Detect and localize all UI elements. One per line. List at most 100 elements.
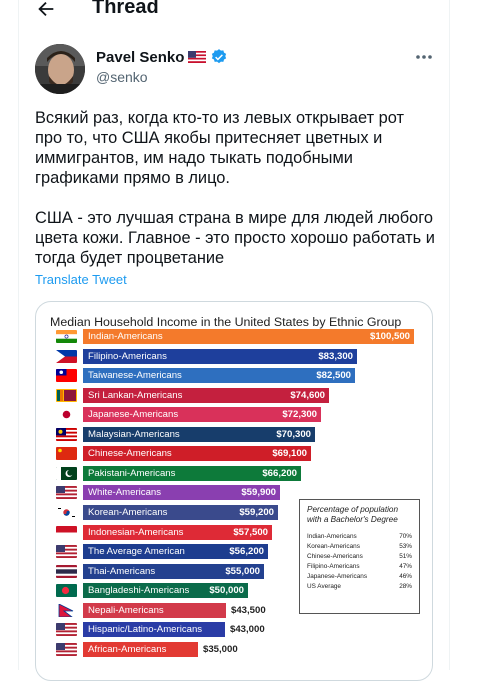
- flag-icon: [56, 564, 77, 578]
- flag-icon: [56, 623, 77, 637]
- bar-value-label: $56,200: [229, 546, 264, 558]
- bar-value-label: $55,000: [225, 565, 260, 577]
- legend-value: 51%: [399, 553, 412, 560]
- chart-row: Pakistani-Americans $66,200: [36, 464, 432, 484]
- translate-tweet-link[interactable]: Translate Tweet: [35, 272, 127, 287]
- bar-category-label: White-Americans: [88, 487, 162, 499]
- chart-row: Hispanic/Latino-Americans $43,000: [36, 620, 432, 640]
- author-name-text: Pavel Senko: [96, 48, 185, 66]
- bar-value-label: $59,200: [239, 506, 274, 518]
- bar-category-label: The Average American: [88, 546, 185, 558]
- bar-value-label: $83,300: [318, 350, 353, 362]
- legend-row: Indian-Americans 70%: [307, 533, 412, 540]
- chart-row: Indian-Americans $100,500: [36, 327, 432, 347]
- bar-category-label: Korean-Americans: [88, 506, 168, 518]
- legend-title: Percentage of population with a Bachelor…: [307, 505, 399, 524]
- bar-category-label: Nepali-Americans: [88, 604, 164, 616]
- bar-value-label: $43,000: [230, 624, 265, 636]
- page-title: Thread: [92, 0, 159, 18]
- legend-label: Filipino-Americans: [307, 563, 360, 570]
- bar-category-label: Sri Lankan-Americans: [88, 389, 183, 401]
- bar-value-label: $72,300: [282, 409, 317, 421]
- legend-row: Japanese-Americans 46%: [307, 573, 412, 580]
- bar-value-label: $35,000: [203, 643, 238, 655]
- verified-badge-icon[interactable]: [210, 48, 228, 66]
- flag-icon: [56, 349, 77, 363]
- bar-value-label: $70,300: [276, 428, 311, 440]
- bar-category-label: Pakistani-Americans: [88, 467, 176, 479]
- thread-column: Thread Pavel Senko @senko Всякий раз, ко…: [18, 0, 451, 681]
- chart-bar: The Average American $56,200: [83, 544, 268, 560]
- flag-icon: [56, 408, 77, 422]
- legend-label: Korean-Americans: [307, 543, 360, 550]
- chart-bar: African-Americans: [83, 641, 198, 657]
- legend-label: Japanese-Americans: [307, 573, 368, 580]
- legend-label: Chinese-Americans: [307, 553, 363, 560]
- avatar[interactable]: [35, 44, 85, 94]
- legend-value: 47%: [399, 563, 412, 570]
- chart-bar: Japanese-Americans $72,300: [83, 407, 321, 423]
- chart-bar: White-Americans $59,900: [83, 485, 280, 501]
- flag-icon: [56, 466, 77, 480]
- flag-icon: [56, 447, 77, 461]
- flag-icon: [56, 642, 77, 656]
- flag-icon: [56, 603, 77, 617]
- bar-category-label: Indonesian-Americans: [88, 526, 184, 538]
- tweet-paragraph-2: США - это лучшая страна в мире для людей…: [35, 209, 435, 267]
- flag-icon: [56, 369, 77, 383]
- flag-icon: [56, 505, 77, 519]
- chart-legend: Percentage of population with a Bachelor…: [299, 499, 420, 614]
- avatar-image: [35, 44, 85, 94]
- legend-row: Chinese-Americans 51%: [307, 553, 412, 560]
- bar-value-label: $82,500: [316, 370, 351, 382]
- bar-value-label: $66,200: [262, 467, 297, 479]
- legend-row: Korean-Americans 53%: [307, 543, 412, 550]
- more-options-icon[interactable]: [415, 52, 433, 62]
- tweet-image-chart[interactable]: Median Household Income in the United St…: [35, 301, 433, 681]
- bar-value-label: $100,500: [369, 331, 410, 342]
- chart-bar: Bangladeshi-Americans $50,000: [83, 583, 248, 599]
- back-arrow-icon[interactable]: [35, 0, 57, 20]
- chart-row: Japanese-Americans $72,300: [36, 405, 432, 425]
- flag-icon: [56, 525, 77, 539]
- legend-label: US Average: [307, 583, 341, 590]
- chart-bar: Chinese-Americans $69,100: [83, 446, 311, 462]
- bar-value-label: $43,500: [231, 604, 266, 616]
- tweet-text: Всякий раз, когда кто-то из левых открыв…: [35, 108, 435, 268]
- author-name[interactable]: Pavel Senko: [96, 48, 228, 66]
- bar-value-label: $74,600: [290, 389, 325, 401]
- chart-bar: Malaysian-Americans $70,300: [83, 426, 315, 442]
- bar-category-label: Indian-Americans: [88, 331, 163, 342]
- thread-header: Thread: [19, 0, 451, 28]
- chart-bar: Pakistani-Americans $66,200: [83, 465, 301, 481]
- author-handle[interactable]: @senko: [96, 69, 148, 85]
- flag-icon: [56, 584, 77, 598]
- legend-row: Filipino-Americans 47%: [307, 563, 412, 570]
- chart-row: African-Americans $35,000: [36, 640, 432, 660]
- chart-bar: Korean-Americans $59,200: [83, 504, 278, 520]
- chart-row: Filipino-Americans $83,300: [36, 347, 432, 367]
- chart-bar: Filipino-Americans $83,300: [83, 348, 357, 364]
- us-flag-icon: [188, 51, 207, 63]
- bar-category-label: Japanese-Americans: [88, 409, 179, 421]
- chart-bar: Thai-Americans $55,000: [83, 563, 264, 579]
- bar-value-label: $50,000: [209, 585, 244, 597]
- chart-row: Taiwanese-Americans $82,500: [36, 366, 432, 386]
- bar-category-label: Thai-Americans: [88, 565, 156, 577]
- bar-category-label: Chinese-Americans: [88, 448, 172, 460]
- legend-rows: Indian-Americans 70% Korean-Americans 53% Ch…: [307, 533, 412, 590]
- legend-value: 70%: [399, 533, 412, 540]
- bar-value-label: $57,500: [233, 526, 268, 538]
- bar-category-label: Filipino-Americans: [88, 350, 167, 362]
- flag-icon: [56, 388, 77, 402]
- legend-value: 53%: [399, 543, 412, 550]
- bar-category-label: Malaysian-Americans: [88, 428, 180, 440]
- chart-row: Sri Lankan-Americans $74,600: [36, 386, 432, 406]
- flag-icon: [56, 330, 77, 343]
- chart-bar: Taiwanese-Americans $82,500: [83, 368, 355, 384]
- tweet-paragraph-1: Всякий раз, когда кто-то из левых открыв…: [35, 109, 405, 187]
- bar-category-label: Taiwanese-Americans: [88, 370, 182, 382]
- chart-row: Chinese-Americans $69,100: [36, 444, 432, 464]
- legend-value: 28%: [399, 583, 412, 590]
- bar-value-label: $59,900: [241, 487, 276, 499]
